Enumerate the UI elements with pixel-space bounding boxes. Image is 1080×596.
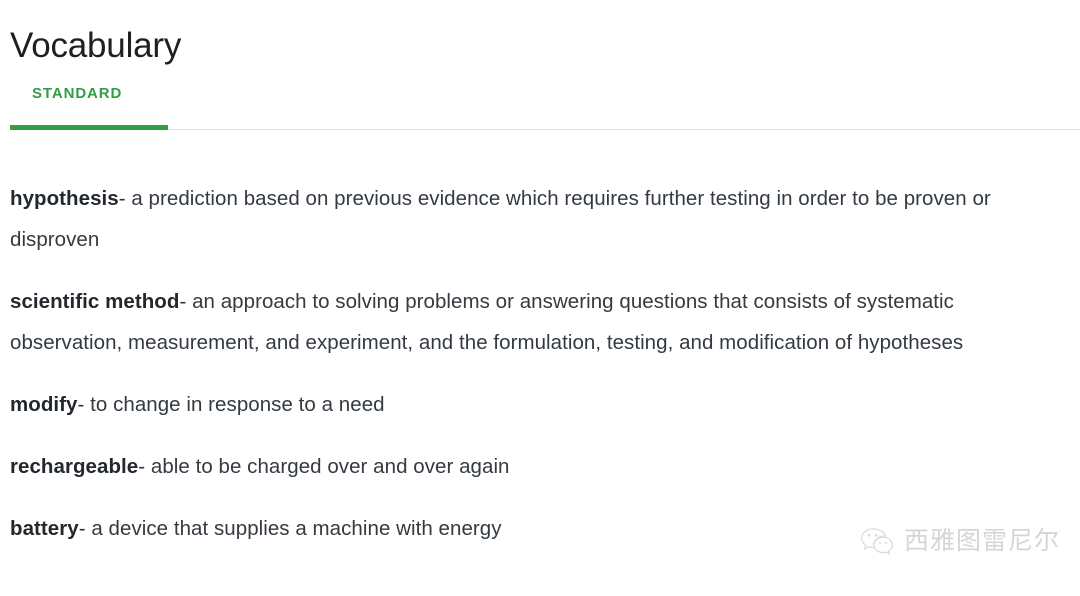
page-title: Vocabulary (10, 26, 182, 66)
vocabulary-separator: - (138, 455, 146, 478)
vocabulary-definition: able to be charged over and over again (150, 455, 510, 478)
vocabulary-page: Vocabulary STANDARD hypothesis- a predic… (0, 0, 1080, 596)
vocabulary-term: battery (10, 517, 79, 540)
tab-standard-label: STANDARD (32, 85, 123, 102)
vocabulary-definition: a device that supplies a machine with en… (91, 517, 502, 540)
tab-active-indicator (10, 125, 168, 130)
vocabulary-term: modify (10, 393, 78, 416)
tab-bar-divider (10, 129, 1080, 130)
watermark-text: 西雅图雷尼尔 (903, 526, 1060, 555)
vocabulary-entry: rechargeable- able to be charged over an… (10, 446, 1075, 487)
tab-standard[interactable]: STANDARD (10, 82, 144, 130)
vocabulary-term: hypothesis (10, 187, 119, 210)
vocabulary-term: scientific method (10, 290, 180, 313)
vocabulary-entry: scientific method- an approach to solvin… (10, 281, 1055, 363)
wechat-icon (860, 527, 894, 556)
vocabulary-term: rechargeable (10, 455, 139, 478)
vocabulary-list: hypothesis- a prediction based on previo… (10, 178, 1075, 549)
tab-bar: STANDARD (0, 82, 1080, 130)
watermark: 西雅图雷尼尔 (860, 526, 1060, 556)
vocabulary-separator: - (118, 187, 126, 210)
vocabulary-separator: - (77, 393, 85, 416)
vocabulary-definition: a prediction based on previous evidence … (10, 187, 991, 251)
vocabulary-entry: modify- to change in response to a need (10, 384, 1075, 425)
vocabulary-definition: to change in response to a need (90, 393, 385, 416)
vocabulary-separator: - (78, 517, 86, 540)
vocabulary-separator: - (179, 290, 187, 313)
vocabulary-entry: hypothesis- a prediction based on previo… (10, 178, 1075, 260)
